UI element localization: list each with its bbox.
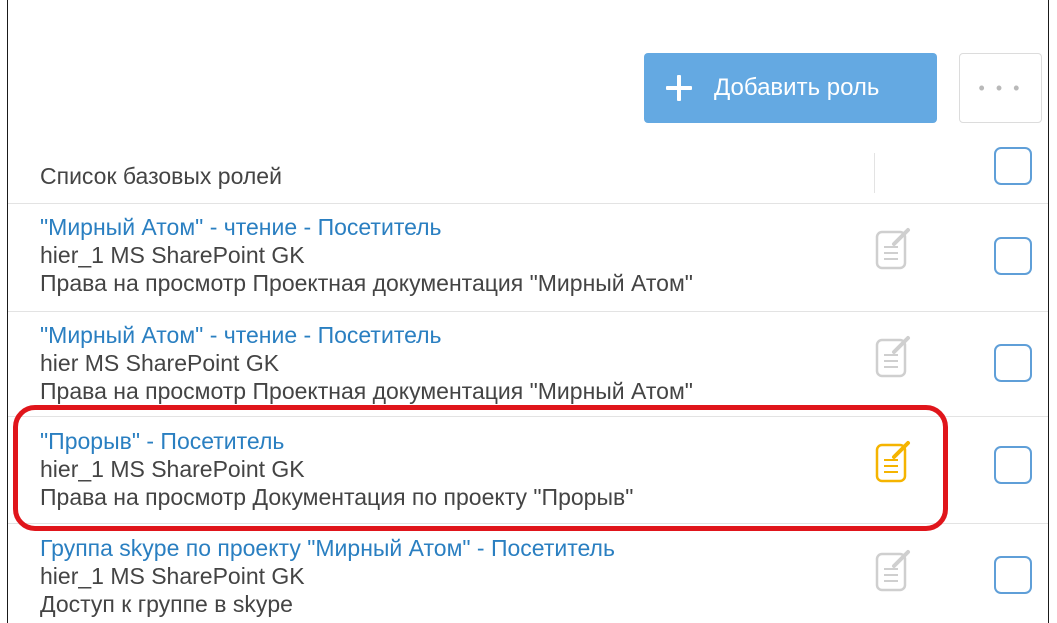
- select-all-checkbox[interactable]: [994, 147, 1032, 185]
- row-divider: [8, 523, 1048, 524]
- role-description: Права на просмотр Документация по проект…: [40, 484, 634, 510]
- add-role-label: Добавить роль: [714, 74, 880, 101]
- role-system: hier_1 MS SharePoint GK: [40, 242, 305, 268]
- role-title-link[interactable]: "Мирный Атом" - чтение - Посетитель: [40, 322, 442, 349]
- edit-document-icon[interactable]: [874, 548, 914, 596]
- role-description: Права на просмотр Проектная документация…: [40, 270, 693, 296]
- row-divider: [8, 311, 1048, 312]
- role-description: Доступ к группе в skype: [40, 591, 293, 617]
- more-dots-icon: • • •: [978, 77, 1023, 98]
- role-title-link[interactable]: "Мирный Атом" - чтение - Посетитель: [40, 214, 442, 241]
- row-divider: [8, 416, 1048, 417]
- role-system: hier MS SharePoint GK: [40, 350, 280, 376]
- edit-document-icon[interactable]: [874, 226, 914, 274]
- row-divider: [8, 203, 1048, 204]
- edit-document-icon[interactable]: [874, 439, 914, 487]
- row-checkbox[interactable]: [994, 556, 1032, 594]
- row-checkbox[interactable]: [994, 446, 1032, 484]
- more-options-button[interactable]: • • •: [959, 53, 1042, 123]
- row-checkbox[interactable]: [994, 344, 1032, 382]
- role-system: hier_1 MS SharePoint GK: [40, 456, 305, 482]
- role-title-link[interactable]: "Прорыв" - Посетитель: [40, 428, 284, 455]
- role-description: Права на просмотр Проектная документация…: [40, 378, 693, 404]
- list-header-title: Список базовых ролей: [40, 163, 282, 189]
- role-system: hier_1 MS SharePoint GK: [40, 563, 305, 589]
- plus-icon: [666, 75, 692, 101]
- row-checkbox[interactable]: [994, 237, 1032, 275]
- header-divider: [874, 153, 875, 193]
- add-role-button[interactable]: Добавить роль: [644, 53, 937, 123]
- role-title-link[interactable]: Группа skype по проекту "Мирный Атом" - …: [40, 535, 615, 562]
- edit-document-icon[interactable]: [874, 334, 914, 382]
